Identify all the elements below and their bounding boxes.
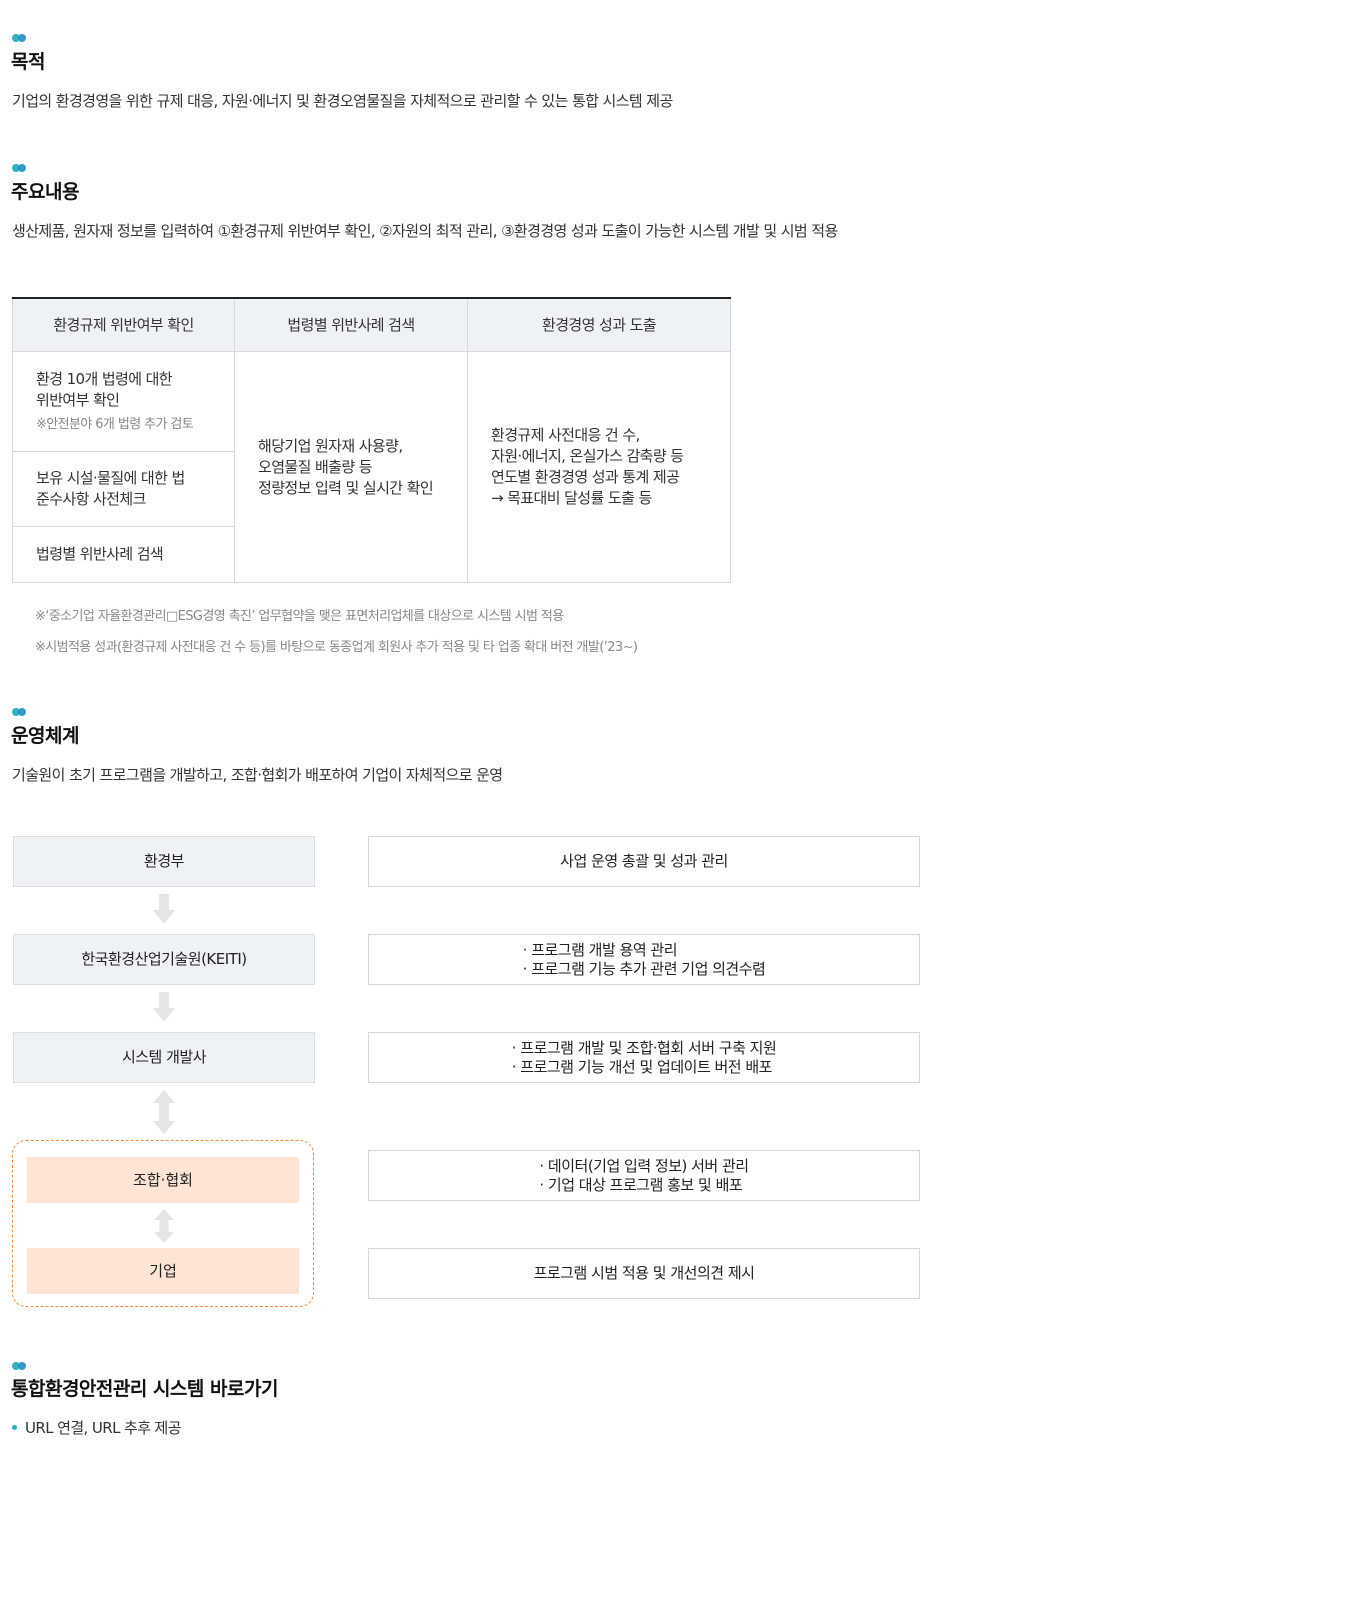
operation-text: 기술원이 초기 프로그램을 개발하고, 조합·협회가 배포하여 기업이 자체적으… — [12, 766, 503, 784]
section-marker-icon — [12, 1362, 26, 1370]
role-box-ministry: 사업 운영 총괄 및 성과 관리 — [368, 836, 920, 887]
org-box-association: 조합·협회 — [27, 1157, 299, 1203]
cell-line: 환경규제 사전대응 건 수, — [491, 426, 640, 444]
cell-line: 환경 10개 법령에 대한 — [36, 369, 173, 388]
cell-line: 법령별 위반사례 검색 — [36, 545, 164, 563]
table-cell: 환경 10개 법령에 대한 위반여부 확인 ※안전분야 6개 법령 추가 검토 — [12, 352, 235, 452]
main-content-text: 생산제품, 원자재 정보를 입력하여 ①환경규제 위반여부 확인, ②자원의 최… — [12, 222, 838, 240]
arrow-updown-icon — [154, 1209, 174, 1243]
role-line: · 프로그램 기능 추가 관련 기업 의견수렴 — [522, 959, 766, 978]
table-header: 법령별 위반사례 검색 — [235, 299, 468, 352]
role-box-company: 프로그램 시범 적용 및 개선의견 제시 — [368, 1248, 920, 1299]
arrow-down-icon — [153, 992, 175, 1022]
shortcut-title: 통합환경안전관리 시스템 바로가기 — [11, 1378, 278, 1400]
cell-line: 자원·에너지, 온실가스 감축량 등 — [491, 447, 684, 465]
org-box-ministry: 환경부 — [13, 836, 315, 887]
table-header: 환경경영 성과 도출 — [468, 299, 731, 352]
role-line: · 프로그램 개발 용역 관리 — [522, 940, 678, 959]
table-cell: 법령별 위반사례 검색 — [12, 527, 235, 583]
cell-line: 보유 시설·물질에 대한 법 — [36, 469, 185, 487]
arrow-down-icon — [153, 894, 175, 924]
table-header: 환경규제 위반여부 확인 — [12, 299, 235, 352]
cell-line: → 목표대비 달성률 도출 등 — [491, 489, 652, 507]
cell-line: 준수사항 사전체크 — [36, 490, 146, 508]
footnote: ※‘중소기업 자율환경관리□ESG경영 촉진’ 업무협약을 맺은 표면처리업체를… — [35, 609, 564, 624]
cell-line: 연도별 환경경영 성과 통계 제공 — [491, 468, 680, 486]
table-cell: 환경규제 사전대응 건 수, 자원·에너지, 온실가스 감축량 등 연도별 환경… — [468, 352, 731, 583]
cell-line: 위반여부 확인 — [36, 390, 120, 409]
cell-note: ※안전분야 6개 법령 추가 검토 — [36, 416, 194, 432]
org-box-keiti: 한국환경산업기술원(KEITI) — [13, 934, 315, 985]
table-cell: 보유 시설·물질에 대한 법 준수사항 사전체크 — [12, 452, 235, 527]
role-line: · 프로그램 개발 및 조합·협회 서버 구축 지원 — [511, 1038, 777, 1057]
role-line: · 기업 대상 프로그램 홍보 및 배포 — [539, 1175, 743, 1194]
section-marker-icon — [12, 708, 26, 716]
role-line: · 프로그램 기능 개선 및 업데이트 버전 배포 — [511, 1057, 773, 1076]
section-marker-icon — [12, 34, 26, 42]
role-box-developer: · 프로그램 개발 및 조합·협회 서버 구축 지원 · 프로그램 기능 개선 … — [368, 1032, 920, 1083]
cell-line: 해당기업 원자재 사용량, — [258, 436, 403, 455]
role-line: · 데이터(기업 입력 정보) 서버 관리 — [539, 1156, 749, 1175]
org-box-developer: 시스템 개발사 — [13, 1032, 315, 1083]
purpose-title: 목적 — [11, 51, 45, 73]
role-box-association: · 데이터(기업 입력 정보) 서버 관리 · 기업 대상 프로그램 홍보 및 … — [368, 1150, 920, 1201]
role-box-keiti: · 프로그램 개발 용역 관리 · 프로그램 기능 추가 관련 기업 의견수렴 — [368, 934, 920, 985]
role-line: 프로그램 시범 적용 및 개선의견 제시 — [533, 1264, 755, 1282]
purpose-text: 기업의 환경경영을 위한 규제 대응, 자원·에너지 및 환경오염물질을 자체적… — [12, 92, 673, 110]
features-table: 환경규제 위반여부 확인 법령별 위반사례 검색 환경경영 성과 도출 환경 1… — [12, 297, 731, 583]
org-box-company: 기업 — [27, 1248, 299, 1294]
shortcut-url-text[interactable]: URL 연결, URL 추후 제공 — [25, 1417, 182, 1438]
arrow-updown-icon — [153, 1090, 175, 1134]
cell-line: 오염물질 배출량 등 — [258, 457, 373, 476]
table-cell: 해당기업 원자재 사용량, 오염물질 배출량 등 정량정보 입력 및 실시간 확… — [235, 352, 468, 583]
footnote: ※시범적용 성과(환경규제 사전대응 건 수 등)를 바탕으로 동종업계 회원사… — [35, 640, 638, 655]
cell-line: 정량정보 입력 및 실시간 확인 — [258, 478, 434, 497]
operation-title: 운영체계 — [11, 725, 79, 747]
role-line: 사업 운영 총괄 및 성과 관리 — [560, 852, 728, 870]
bullet-icon — [12, 1425, 17, 1430]
main-content-title: 주요내용 — [11, 181, 79, 203]
section-marker-icon — [12, 164, 26, 172]
